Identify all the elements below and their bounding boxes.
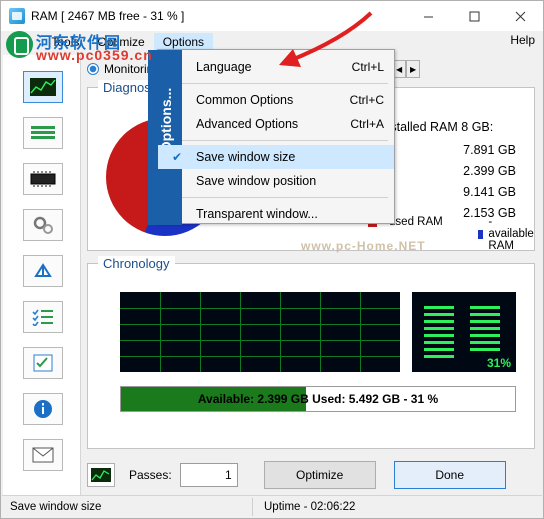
menu-help[interactable]: Help xyxy=(510,33,535,47)
window-title: RAM [ 2467 MB free - 31 % ] xyxy=(31,9,185,23)
menu-item-save-window-size[interactable]: ✔ Save window size xyxy=(158,145,394,169)
sidebar-item-checklist[interactable] xyxy=(23,301,63,333)
watermark-secondary: www.pc-Home.NET xyxy=(301,239,426,253)
menu-separator-3 xyxy=(164,197,388,198)
chronology-panel: Chronology 31% Available: 2.399 GB Used:… xyxy=(87,256,535,449)
check-icon: ✔ xyxy=(172,150,183,164)
window-controls xyxy=(405,1,543,31)
legend-available-label: - available RAM xyxy=(488,216,534,252)
menu-item-advanced-options-label: Advanced Options xyxy=(196,117,299,131)
menu-optimize[interactable]: Optimize xyxy=(88,33,153,51)
sidebar-item-info[interactable] xyxy=(23,393,63,425)
passes-input[interactable]: 1 xyxy=(179,463,238,487)
close-button[interactable] xyxy=(497,1,543,31)
options-dropdown-menu[interactable]: Options... Language Ctrl+L Common Option… xyxy=(148,49,395,226)
radio-monitoring-icon[interactable] xyxy=(87,63,99,75)
title-bar: RAM [ 2467 MB free - 31 % ] xyxy=(1,1,543,31)
status-left-text: Save window size xyxy=(10,500,102,513)
sidebar-item-settings[interactable] xyxy=(23,209,63,241)
menu-item-transparent-window[interactable]: Transparent window... xyxy=(158,202,394,226)
app-window: RAM [ 2467 MB free - 31 % ] File Tools O… xyxy=(0,0,544,519)
menu-item-common-options-accel: Ctrl+C xyxy=(349,93,384,107)
menu-item-advanced-options-accel: Ctrl+A xyxy=(350,117,384,131)
menu-item-save-window-size-label: Save window size xyxy=(196,150,296,164)
menu-separator-1 xyxy=(164,83,388,84)
menu-item-common-options[interactable]: Common Options Ctrl+C xyxy=(158,88,394,112)
menu-item-transparent-window-label: Transparent window... xyxy=(196,207,318,221)
ram-value-1: 7.891 GB xyxy=(463,143,516,157)
status-uptime-text: Uptime - 02:06:22 xyxy=(264,500,356,513)
sidebar-item-export[interactable] xyxy=(23,255,63,287)
optimize-button[interactable]: Optimize xyxy=(263,461,376,489)
menu-item-language-accel: Ctrl+L xyxy=(351,60,384,74)
sidebar-item-list[interactable] xyxy=(23,117,63,149)
scroll-right-icon[interactable]: ▶ xyxy=(406,60,421,78)
chronology-graph xyxy=(120,292,400,372)
bottom-toolbar: Passes: 1 Optimize Done xyxy=(87,459,535,491)
option-scroll-buttons[interactable]: ◀ ▶ xyxy=(392,60,421,78)
sidebar-item-report[interactable] xyxy=(23,347,63,379)
menu-tools[interactable]: Tools xyxy=(42,33,88,51)
menu-item-save-window-position-label: Save window position xyxy=(196,174,317,188)
sidebar-icon-strip xyxy=(3,55,81,498)
status-bar: Save window size Uptime - 02:06:22 xyxy=(2,495,542,517)
passes-label: Passes: xyxy=(129,468,172,482)
menu-item-language[interactable]: Language Ctrl+L xyxy=(158,55,394,79)
minimize-button[interactable] xyxy=(405,1,451,31)
ram-value-3: 9.141 GB xyxy=(463,185,516,199)
availability-bar: Available: 2.399 GB Used: 5.492 GB - 31 … xyxy=(120,386,516,412)
menu-item-language-label: Language xyxy=(196,60,252,74)
menu-item-common-options-label: Common Options xyxy=(196,93,294,107)
status-separator xyxy=(252,498,253,516)
availability-bar-text: Available: 2.399 GB Used: 5.492 GB - 31 … xyxy=(197,392,439,406)
legend-available: - available RAM xyxy=(478,216,537,252)
ram-value-2: 2.399 GB xyxy=(463,164,516,178)
app-icon xyxy=(9,8,25,24)
meter-percent-label: 31% xyxy=(486,356,511,370)
menu-separator-2 xyxy=(164,140,388,141)
menu-item-advanced-options[interactable]: Advanced Options Ctrl+A xyxy=(158,112,394,136)
chronology-title: Chronology xyxy=(98,256,175,271)
sidebar-item-monitor[interactable] xyxy=(23,71,63,103)
menu-item-save-window-position[interactable]: Save window position xyxy=(158,169,394,193)
chronology-meter: 31% xyxy=(412,292,516,372)
maximize-button[interactable] xyxy=(451,1,497,31)
done-button[interactable]: Done xyxy=(393,461,506,489)
sidebar-item-mail[interactable] xyxy=(23,439,63,471)
sidebar-item-memory[interactable] xyxy=(23,163,63,195)
installed-ram-label: Installed RAM 8 GB: xyxy=(380,120,494,134)
legend-available-swatch-icon xyxy=(478,229,484,239)
menu-file[interactable]: File xyxy=(5,33,42,51)
chart-icon[interactable] xyxy=(87,463,115,487)
